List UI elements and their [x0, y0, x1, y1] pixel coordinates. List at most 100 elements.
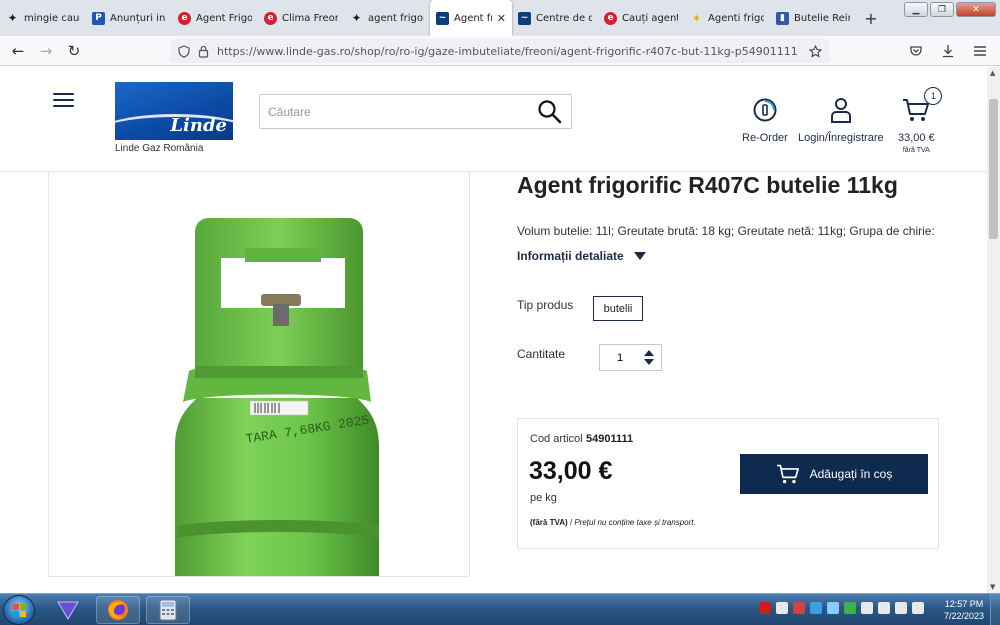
hamburger-menu-icon[interactable] [53, 93, 74, 107]
tab-title: Agenti frigo [708, 12, 764, 24]
tool-tray-icon[interactable] [810, 602, 822, 614]
pdf-tray-icon[interactable] [759, 602, 771, 614]
search-icon[interactable] [537, 99, 563, 125]
clock-time: 12:57 PM [944, 599, 984, 609]
tab-title: Cauți agent [622, 12, 678, 24]
tab-title: agent frigori [368, 12, 424, 24]
bottle-favicon-icon: ▮ [776, 11, 789, 25]
start-button[interactable] [3, 595, 35, 625]
reorder-button[interactable]: Re-Order [742, 95, 788, 144]
browser-navigation-bar: ← → ↻ https://www.linde-gas.ro/shop/ro/r… [0, 36, 1000, 66]
pin-icon: ✦ [351, 11, 362, 25]
browser-tab[interactable]: ▮ Butelie Rein [770, 0, 856, 36]
reload-icon[interactable]: ↻ [60, 37, 88, 65]
search-box [259, 94, 572, 129]
tab-title: Clima Freon [282, 12, 338, 24]
url-text: https://www.linde-gas.ro/shop/ro/ro-ig/g… [217, 44, 798, 58]
restore-icon[interactable]: ❐ [930, 2, 954, 17]
search-input[interactable] [268, 104, 537, 119]
shopping-cart-icon: 1 [901, 87, 943, 125]
quantity-decrement-icon[interactable] [644, 359, 654, 365]
star-favicon-icon: ✶ [691, 11, 702, 25]
window-close-icon[interactable]: ✕ [956, 2, 996, 17]
menu-icon[interactable] [966, 37, 994, 65]
login-button[interactable]: Login/Înregistrare [798, 95, 884, 144]
sku-value: 54901111 [586, 433, 634, 445]
taskbar-app-calculator[interactable] [146, 596, 190, 624]
pocket-icon[interactable] [902, 37, 930, 65]
forward-arrow-icon[interactable]: → [32, 37, 60, 65]
browser-tab[interactable]: P Anunțuri ina [86, 0, 172, 36]
vat-separator: / [569, 518, 573, 527]
scroll-down-arrow-icon[interactable]: ▼ [990, 583, 995, 591]
linde-logo[interactable]: Linde [115, 82, 233, 140]
shield-icon [178, 44, 190, 58]
shield-tray-icon[interactable] [776, 602, 788, 614]
network-tray-icon[interactable] [793, 602, 805, 614]
taskbar-app-firefox[interactable] [96, 596, 140, 624]
browser-tab[interactable]: ✦ agent frigori [344, 0, 430, 36]
web-page: TARA 7,68KG 2025 Linde Linde Gaz România… [0, 67, 987, 593]
browser-tab[interactable]: ~ Centre de di [512, 0, 598, 36]
bookmark-star-icon[interactable] [809, 44, 822, 58]
cart-count-badge: 1 [924, 87, 943, 105]
volume-tray-icon[interactable] [878, 602, 890, 614]
browser-tab[interactable]: e Clima Freon [258, 0, 344, 36]
browser-tab[interactable]: ✦ mingie cauc [0, 0, 86, 36]
tab-close-icon[interactable]: ✕ [497, 12, 506, 25]
scroll-up-arrow-icon[interactable]: ▲ [990, 69, 995, 77]
price-unit: pe kg [530, 492, 557, 504]
browser-tab-strip: ✦ mingie cauc P Anunțuri ina e Agent Fri… [0, 0, 1000, 36]
product-type-option-butelii[interactable]: butelii [593, 296, 643, 321]
new-tab-plus-icon[interactable]: + [856, 0, 886, 36]
windows-taskbar: 12:57 PM 7/22/2023 [0, 593, 1000, 625]
price-value: 33,00 € [529, 457, 613, 485]
product-description: Volum butelie: 11l; Greutate brută: 18 k… [517, 224, 937, 238]
tab-title: Agent Frigor [196, 12, 252, 24]
cart-total: 33,00 € [898, 132, 935, 144]
system-clock[interactable]: 12:57 PM 7/22/2023 [944, 598, 984, 622]
triangle-app-icon [57, 601, 79, 620]
cart-button[interactable]: 1 33,00 € fără TVA [898, 87, 943, 154]
address-bar[interactable]: https://www.linde-gas.ro/shop/ro/ro-ig/g… [170, 39, 830, 63]
minimize-icon[interactable]: ▁ [904, 2, 928, 17]
vat-note: Prețul nu conține taxe și transport. [574, 518, 696, 527]
tab-title: Centre de di [536, 12, 592, 24]
wifi-tray-icon[interactable] [912, 602, 924, 614]
user-icon [826, 95, 856, 125]
detailed-info-toggle[interactable]: Informații detaliate [517, 249, 646, 263]
clock-date: 7/22/2023 [943, 611, 984, 621]
product-image-card[interactable]: TARA 7,68KG 2025 [48, 165, 470, 577]
product-image-gas-cylinder: TARA 7,68KG 2025 [175, 218, 379, 576]
quantity-stepper [599, 344, 662, 371]
linde-favicon-icon: ~ [518, 11, 531, 25]
tab-title: Anunțuri ina [110, 12, 166, 24]
logo-wordmark: Linde [170, 115, 227, 136]
tab-title: Agent frig [454, 12, 492, 24]
security-tray-icon[interactable] [844, 602, 856, 614]
quantity-increment-icon[interactable] [644, 350, 654, 356]
download-icon[interactable] [934, 37, 962, 65]
app-tray-icon[interactable] [827, 602, 839, 614]
browser-tab[interactable]: e Cauți agent [598, 0, 684, 36]
price-card: Cod articol 54901111 33,00 € pe kg (fără… [517, 418, 939, 549]
tab-title: mingie cauc [24, 12, 80, 24]
logo-caption: Linde Gaz România [115, 143, 204, 154]
flag-tray-icon[interactable] [861, 602, 873, 614]
browser-tab[interactable]: e Agent Frigor [172, 0, 258, 36]
show-desktop-button[interactable] [990, 594, 1000, 625]
shopping-cart-icon [776, 464, 799, 484]
page-scrollbar[interactable]: ▲ ▼ [987, 67, 1000, 593]
e-favicon-icon: e [604, 11, 617, 25]
site-header: Linde Linde Gaz România Re-Order Login/Î… [0, 67, 987, 172]
display-tray-icon[interactable] [895, 602, 907, 614]
browser-tab[interactable]: ✶ Agenti frigo [684, 0, 770, 36]
scrollbar-thumb[interactable] [989, 99, 998, 239]
lock-icon [198, 45, 209, 58]
back-arrow-icon[interactable]: ← [4, 37, 32, 65]
quantity-input[interactable] [600, 351, 640, 364]
taskbar-app-vpn[interactable] [46, 596, 90, 624]
add-to-cart-label: Adăugați în coș [809, 467, 893, 481]
browser-tab-active[interactable]: ~ Agent frig ✕ [430, 0, 512, 36]
add-to-cart-button[interactable]: Adăugați în coș [740, 454, 928, 494]
